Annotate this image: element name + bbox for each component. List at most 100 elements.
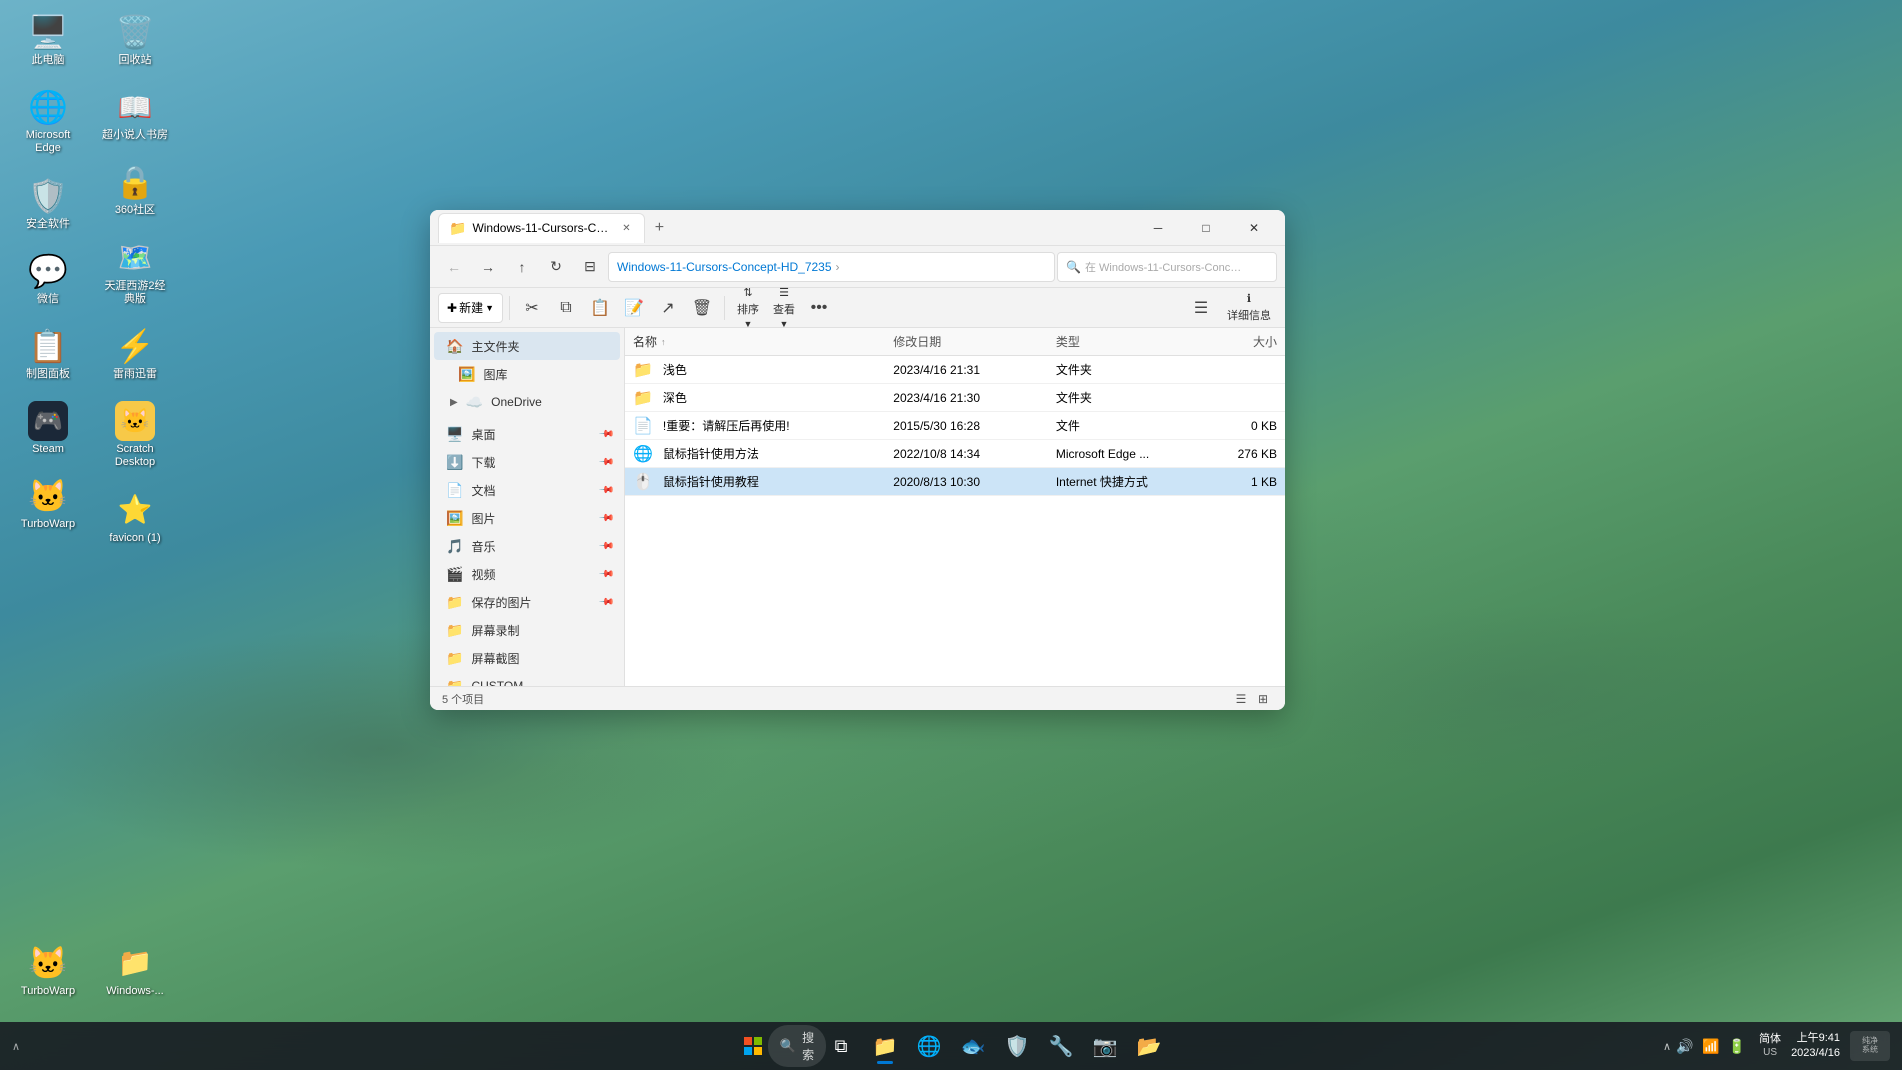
sidebar-item-videos[interactable]: 🎬 视频 📌 <box>434 560 620 588</box>
desktop-icon-360[interactable]: 🔒 360社区 <box>95 158 175 221</box>
desktop-icon-favicon[interactable]: ⭐ favicon (1) <box>95 486 175 549</box>
search-icon: 🔍 <box>1066 260 1081 274</box>
ribbon-divider-1 <box>509 296 510 320</box>
sidebar-item-custom-label: CUSTOM <box>471 679 523 686</box>
file-type-cell: Internet 快捷方式 <box>1048 473 1191 490</box>
sidebar-item-saved-pics[interactable]: 📁 保存的图片 📌 <box>434 588 620 616</box>
sort-icon: ⇅ <box>743 286 752 299</box>
desktop-icon-windows[interactable]: 📁 Windows-... <box>95 939 175 1002</box>
desktop-icon-steam[interactable]: 🎮 Steam <box>8 397 88 460</box>
share-button[interactable]: ↗ <box>652 292 684 324</box>
sidebar-item-gallery[interactable]: 🖼️ 图库 <box>434 360 620 388</box>
tray-expand[interactable]: ∧ <box>12 1040 20 1053</box>
taskbar-shield-button[interactable]: 🛡️ <box>997 1026 1037 1066</box>
file-row[interactable]: 📁 深色 2023/4/16 21:30 文件夹 <box>625 384 1285 412</box>
sidebar-item-home[interactable]: 🏠 主文件夹 <box>434 332 620 360</box>
taskview-button[interactable]: ⧉ <box>821 1026 861 1066</box>
col-size-header[interactable]: 大小 <box>1191 333 1285 350</box>
file-date-cell: 2020/8/13 10:30 <box>885 475 1048 489</box>
desktop-icon-computer[interactable]: 🖥️ 此电脑 <box>8 8 88 71</box>
search-bar[interactable]: 🔍 在 Windows-11-Cursors-Concept 中搜索 <box>1057 252 1277 282</box>
sidebar-item-onedrive[interactable]: ▶ ☁️ OneDrive <box>434 388 620 416</box>
more-button[interactable]: ••• <box>803 292 835 324</box>
file-date-cell: 2022/10/8 14:34 <box>885 447 1048 461</box>
sidebar-item-documents[interactable]: 📄 文档 📌 <box>434 476 620 504</box>
taskbar-edge-button[interactable]: 🌐 <box>909 1026 949 1066</box>
sidebar-item-desktop[interactable]: 🖥️ 桌面 📌 <box>434 420 620 448</box>
content-area: 🏠 主文件夹 🖼️ 图库 ▶ ☁️ OneDrive 🖥️ 桌面 📌 <box>430 328 1285 686</box>
desktop-icon-thunder[interactable]: ⚡ 雷雨迅雷 <box>95 322 175 385</box>
taskbar-folder2-button[interactable]: 📂 <box>1129 1026 1169 1066</box>
refresh-button[interactable]: ↻ <box>540 251 572 283</box>
sidebar-item-label: 图片 <box>471 510 495 527</box>
taskbar-clock[interactable]: 上午9:41 2023/4/16 <box>1791 1031 1840 1062</box>
sidebar-item-pictures[interactable]: 🖼️ 图片 📌 <box>434 504 620 532</box>
tab-label: Windows-11-Cursors-Concept- <box>472 221 612 235</box>
sidebar-item-screenshots[interactable]: 📁 屏幕截图 <box>434 644 620 672</box>
file-row[interactable]: 🌐 鼠标指针使用方法 2022/10/8 14:34 Microsoft Edg… <box>625 440 1285 468</box>
desktop-icon-turbowarp[interactable]: 🐱 TurboWarp <box>8 472 88 535</box>
edge-icon: 🌐 <box>633 444 653 464</box>
sidebar-item-screen-record[interactable]: 📁 屏幕录制 <box>434 616 620 644</box>
close-button[interactable]: ✕ <box>1231 212 1277 244</box>
file-row[interactable]: 🖱️ 鼠标指针使用教程 2020/8/13 10:30 Internet 快捷方… <box>625 468 1285 496</box>
taskbar-camera-button[interactable]: 📷 <box>1085 1026 1125 1066</box>
forward-button[interactable]: → <box>472 251 504 283</box>
maximize-button[interactable]: □ <box>1183 212 1229 244</box>
taskbar-center: 🔍 搜索 ⧉ 📁 🌐 🐟 🛡️ 🔧 📷 📂 <box>733 1026 1169 1066</box>
new-button[interactable]: ✚ 新建 ▼ <box>438 293 503 323</box>
system-tray: ∧ 🔊 📶 🔋 <box>1663 1034 1749 1058</box>
copy-button[interactable]: ⧉ <box>550 292 582 324</box>
address-dropdown-button[interactable]: ⊟ <box>574 251 606 283</box>
file-name-cell: 📁 深色 <box>625 388 885 408</box>
search-taskbar-button[interactable]: 🔍 搜索 <box>777 1026 817 1066</box>
language-indicator[interactable]: 简体 US <box>1755 1031 1785 1060</box>
desktop-icon-edge[interactable]: 🌐 Microsoft Edge <box>8 83 88 159</box>
cut-button[interactable]: ✂ <box>516 292 548 324</box>
view-button[interactable]: ☰ 查看 ▼ <box>767 291 801 325</box>
paste-button[interactable]: 📋 <box>584 292 616 324</box>
desktop-icons-col1: 🖥️ 此电脑 🌐 Microsoft Edge 🛡️ 安全软件 💬 微信 📋 制… <box>8 8 88 544</box>
sidebar-item-music[interactable]: 🎵 音乐 📌 <box>434 532 620 560</box>
volume-icon[interactable]: 🔊 <box>1673 1034 1697 1058</box>
taskbar-fish-button[interactable]: 🐟 <box>953 1026 993 1066</box>
col-type-header[interactable]: 类型 <box>1048 333 1191 350</box>
file-name-cell: 🖱️ 鼠标指针使用教程 <box>625 472 885 492</box>
sort-button[interactable]: ⇅ 排序 ▼ <box>731 291 765 325</box>
col-date-header[interactable]: 修改日期 <box>885 333 1048 350</box>
layout-list-button[interactable]: ☰ <box>1185 292 1217 324</box>
back-button[interactable]: ← <box>438 251 470 283</box>
minimize-button[interactable]: ─ <box>1135 212 1181 244</box>
col-name-header[interactable]: 名称 ↑ <box>625 333 885 350</box>
taskbar-tools-button[interactable]: 🔧 <box>1041 1026 1081 1066</box>
sidebar-item-downloads[interactable]: ⬇️ 下载 📌 <box>434 448 620 476</box>
rename-button[interactable]: 📝 <box>618 292 650 324</box>
detail-view-button[interactable]: ⊞ <box>1253 689 1273 709</box>
delete-button[interactable]: 🗑 <box>686 292 718 324</box>
new-tab-button[interactable]: + <box>645 214 673 242</box>
desktop-icon-wechat[interactable]: 💬 微信 <box>8 247 88 310</box>
network-icon[interactable]: 📶 <box>1699 1034 1723 1058</box>
up-button[interactable]: ↑ <box>506 251 538 283</box>
sidebar-item-custom[interactable]: 📁 CUSTOM <box>434 672 620 686</box>
desktop-icon-novel[interactable]: 📖 超小说人书房 <box>95 83 175 146</box>
file-name-cell: 📁 浅色 <box>625 360 885 380</box>
sidebar-item-label: 屏幕截图 <box>471 650 519 667</box>
desktop-icon-scratch[interactable]: 🐱 Scratch Desktop <box>95 397 175 473</box>
folder-icon-dark: 📁 <box>633 388 653 408</box>
desktop-icon-security[interactable]: 🛡️ 安全软件 <box>8 172 88 235</box>
list-view-button[interactable]: ☰ <box>1231 689 1251 709</box>
explorer-tab[interactable]: 📁 Windows-11-Cursors-Concept- ✕ <box>438 213 645 243</box>
file-row[interactable]: 📁 浅色 2023/4/16 21:31 文件夹 <box>625 356 1285 384</box>
file-row[interactable]: 📄 !重要：请解压后再使用! 2015/5/30 16:28 文件 0 KB <box>625 412 1285 440</box>
details-panel-button[interactable]: ℹ 详细信息 <box>1221 291 1277 325</box>
desktop-icon-drawboard[interactable]: 📋 制图面板 <box>8 322 88 385</box>
taskbar-explorer-button[interactable]: 📁 <box>865 1026 905 1066</box>
battery-icon[interactable]: 🔋 <box>1725 1034 1749 1058</box>
desktop-icon-turbo2[interactable]: 🐱 TurboWarp <box>8 939 88 1002</box>
tab-close-button[interactable]: ✕ <box>618 220 634 236</box>
tray-arrow[interactable]: ∧ <box>1663 1040 1671 1053</box>
desktop-icon-map[interactable]: 🗺️ 天涯西游2经典版 <box>95 234 175 310</box>
address-bar[interactable]: Windows-11-Cursors-Concept-HD_7235 › <box>608 252 1055 282</box>
desktop-icon-recycle[interactable]: 🗑️ 回收站 <box>95 8 175 71</box>
